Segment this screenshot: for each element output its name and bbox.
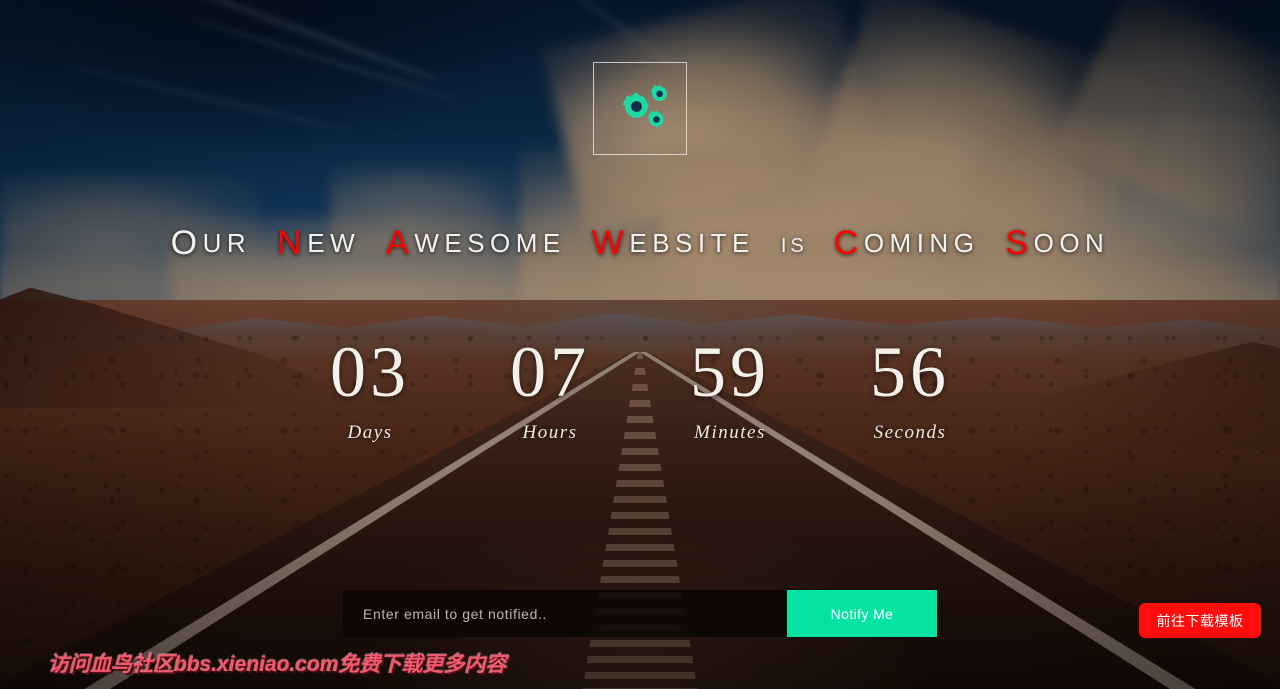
email-input[interactable]: [343, 590, 787, 637]
headline-rest: EBSITE: [629, 228, 755, 258]
countdown-unit-seconds: 56 Seconds: [820, 336, 1000, 444]
headline-word: OUR: [171, 226, 252, 260]
headline-cap: A: [386, 224, 415, 262]
headline-word: COMING: [834, 226, 980, 260]
gears-icon: [609, 82, 671, 136]
countdown-timer: 03 Days 07 Hours 59 Minutes 56 Seconds: [0, 336, 1280, 444]
headline-cap: W: [591, 224, 630, 262]
countdown-unit-hours: 07 Hours: [460, 336, 640, 444]
page-content: OUR NEW AWESOME WEBSITE IS COMING SOON 03 Days…: [0, 0, 1280, 689]
notify-me-button[interactable]: Notify Me: [787, 590, 937, 637]
page-title: OUR NEW AWESOME WEBSITE IS COMING SOON: [0, 226, 1280, 260]
headline-cap: C: [833, 224, 864, 262]
countdown-value: 56: [870, 332, 950, 412]
countdown-value: 07: [510, 332, 590, 412]
countdown-unit-days: 03 Days: [280, 336, 460, 444]
subscribe-form: Notify Me: [343, 590, 937, 637]
headline-cap: I: [780, 235, 791, 257]
headline-rest: EW: [307, 228, 361, 258]
headline-cap: N: [277, 224, 308, 262]
countdown-label: Hours: [522, 422, 578, 443]
download-template-button[interactable]: 前往下载模板: [1139, 603, 1261, 638]
coming-soon-page: OUR NEW AWESOME WEBSITE IS COMING SOON 03 Days…: [0, 0, 1280, 689]
headline-rest: OMING: [863, 228, 980, 258]
headline-rest: UR: [202, 228, 252, 258]
headline-word: SOON: [1005, 226, 1110, 260]
headline-word: WEBSITE: [592, 226, 755, 260]
headline-cap: S: [1005, 224, 1034, 262]
headline-cap: O: [170, 224, 203, 262]
countdown-label: Minutes: [694, 422, 766, 443]
countdown-unit-minutes: 59 Minutes: [640, 336, 820, 444]
countdown-label: Seconds: [873, 422, 947, 443]
logo-frame: [593, 62, 687, 155]
countdown-value: 03: [330, 332, 410, 412]
headline-word: AWESOME: [386, 226, 566, 260]
site-watermark: 访问血鸟社区bbs.xieniao.com免费下载更多内容: [48, 653, 507, 676]
headline-word: IS: [781, 235, 808, 258]
countdown-value: 59: [690, 332, 770, 412]
headline-rest: OON: [1033, 228, 1110, 258]
countdown-label: Days: [347, 422, 393, 443]
headline-rest: WESOME: [414, 228, 566, 258]
headline-word: NEW: [277, 226, 361, 260]
headline-rest: S: [790, 235, 808, 257]
